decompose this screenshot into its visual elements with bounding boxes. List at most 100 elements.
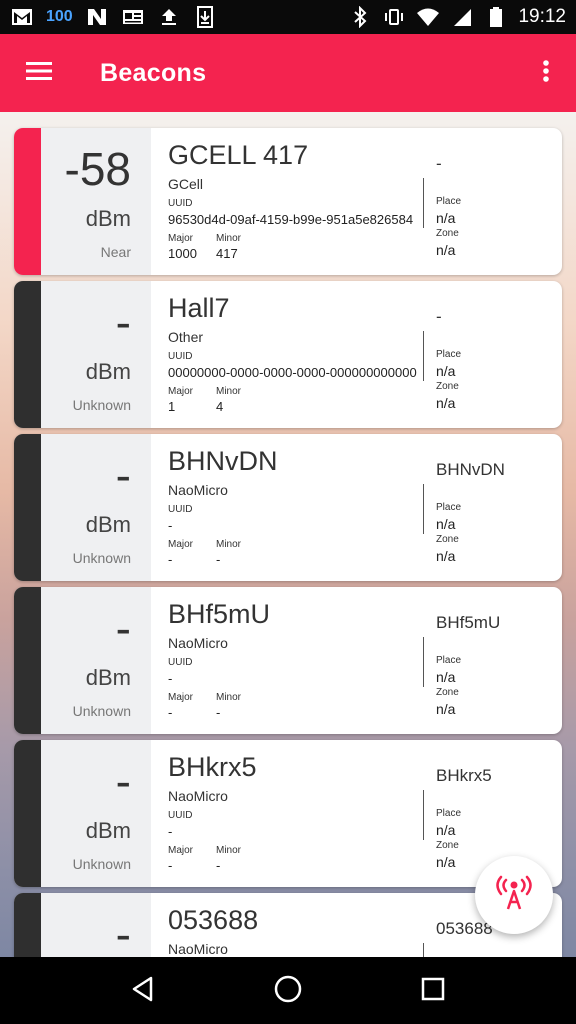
column-divider [423,484,424,534]
beacon-name: 053688 [168,905,259,935]
beacon-tag: - [436,307,442,326]
rssi-value: - [115,296,131,348]
scan-fab-button[interactable] [475,856,553,934]
signal-icon [450,7,474,27]
minor-value: - [216,705,221,720]
recents-button[interactable] [408,966,458,1016]
signal-panel: - [41,893,151,957]
zone-value: n/a [436,854,456,870]
beacon-type: NaoMicro [168,482,228,498]
proximity-strip [14,128,41,275]
rssi-value: - [115,449,131,501]
beacon-name: GCELL 417 [168,140,309,170]
minor-label: Minor [216,692,242,703]
signal-panel: -58 dBm Near [41,128,151,275]
download-icon [193,6,217,28]
recents-square-icon [420,976,446,1006]
minor-label: Minor [216,845,242,856]
place-value: n/a [436,669,456,685]
page-title: Beacons [100,58,207,87]
major-label: Major [168,845,194,856]
place-label: Place [436,502,462,513]
proximity-label: Near [100,244,131,260]
battery-icon [484,7,508,27]
beacon-name: BHf5mU [168,599,271,629]
column-divider [423,331,424,381]
proximity-strip [14,281,41,428]
rssi-value: - [115,755,131,807]
broadcast-tower-icon [494,873,534,917]
beacon-info: BHNvDN NaoMicro UUID - Major - Minor - BHNvDN Pla… [151,434,562,581]
signal-panel: - dBm Unknown [41,740,151,887]
uuid-value: 96530d4d-09af-4159-b99e-951a5e826584 [168,212,414,227]
uuid-value: - [168,824,173,839]
proximity-label: Unknown [72,703,131,719]
proximity-label: Unknown [72,397,131,413]
beacon-type: Other [168,329,204,345]
zone-label: Zone [436,228,459,239]
beacon-name: Hall7 [168,293,230,323]
rssi-value: - [115,602,131,654]
beacon-info: GCELL 417 GCell UUID 96530d4d-09af-4159-b99… [151,128,562,275]
place-value: n/a [436,516,456,532]
beacon-info: BHf5mU NaoMicro UUID - Major - Minor - BHf5mU Pla… [151,587,562,734]
upload-icon [157,7,181,27]
rssi-value: -58 [64,143,131,195]
beacon-type: NaoMicro [168,635,228,651]
system-navigation-bar [0,957,576,1024]
minor-value: 417 [216,246,238,261]
beacon-tag: - [436,154,442,173]
beacon-card[interactable]: - dBm Unknown BHNvDN NaoMicro UUID - Major - Mino… [14,434,562,581]
beacon-card[interactable]: - dBm Unknown BHkrx5 NaoMicro UUID - Major - Mino… [14,740,562,887]
overflow-menu-button[interactable] [516,34,576,112]
place-label: Place [436,655,462,666]
beacon-card[interactable]: - dBm Unknown BHf5mU NaoMicro UUID - Major - Mino… [14,587,562,734]
major-label: Major [168,233,194,244]
rssi-value: - [115,908,131,957]
beacon-name: BHNvDN [168,446,278,476]
beacon-name: BHkrx5 [168,752,257,782]
uuid-label: UUID [168,810,193,821]
place-label: Place [436,349,462,360]
beacon-tag: BHf5mU [436,613,501,632]
zone-value: n/a [436,395,456,411]
column-divider [423,943,424,957]
back-triangle-icon [129,975,157,1007]
beacon-tag: BHkrx5 [436,766,492,785]
minor-label: Minor [216,233,242,244]
uuid-value: 00000000-0000-0000-0000-000000000000 [168,365,417,380]
n-app-icon [85,7,109,27]
navigation-drawer-button[interactable] [0,34,78,112]
beacon-card[interactable]: - dBm Unknown Hall7 Other UUID 00000000-0000-0… [14,281,562,428]
uuid-label: UUID [168,504,193,515]
gmail-icon [10,7,34,27]
beacon-card[interactable]: -58 dBm Near GCELL 417 GCell UUID 96530d4d-09a… [14,128,562,275]
bluetooth-icon [348,6,372,28]
place-label: Place [436,808,462,819]
signal-panel: - dBm Unknown [41,281,151,428]
beacon-type: NaoMicro [168,788,228,804]
major-label: Major [168,386,194,397]
major-value: - [168,858,173,873]
minor-value: - [216,552,221,567]
zone-value: n/a [436,548,456,564]
rssi-unit: dBm [85,206,131,231]
notification-badge: 100 [46,8,73,25]
news-icon [121,7,145,27]
beacon-list[interactable]: -58 dBm Near GCELL 417 GCell UUID 96530d4d-09a… [0,112,576,957]
vibrate-icon [382,7,406,27]
app-bar: Beacons [0,34,576,112]
home-button[interactable] [263,966,313,1016]
place-value: n/a [436,822,456,838]
zone-label: Zone [436,687,459,698]
proximity-label: Unknown [72,550,131,566]
minor-label: Minor [216,539,242,550]
uuid-value: - [168,518,173,533]
proximity-strip [14,740,41,887]
back-button[interactable] [118,966,168,1016]
wifi-icon [416,7,440,27]
uuid-label: UUID [168,657,193,668]
rssi-unit: dBm [85,512,131,537]
beacon-tag: 053688 [436,919,493,938]
minor-value: 4 [216,399,224,414]
